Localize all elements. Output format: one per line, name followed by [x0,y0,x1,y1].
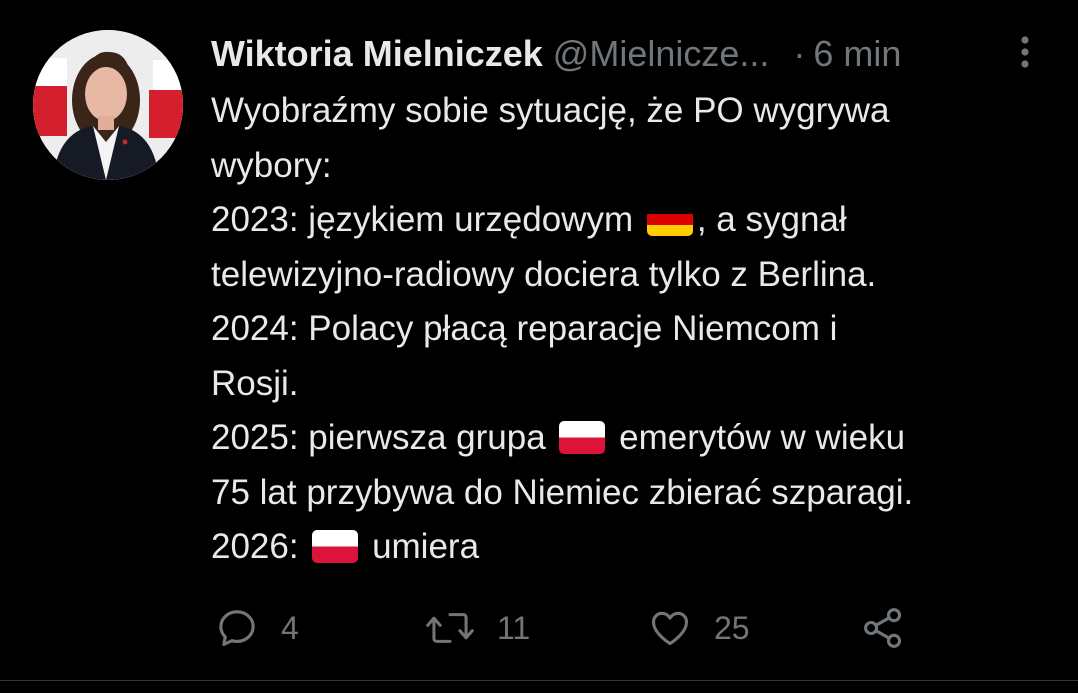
tweet-line: 2023: językiem urzędowym , a sygnał [211,193,1051,248]
like-button[interactable]: 25 [648,606,750,650]
tweet-line: 2025: pierwsza grupa emerytów w wieku [211,411,1051,466]
tweet-line: 2026: umiera [211,520,1051,575]
avatar[interactable] [33,30,183,180]
tweet-text-segment: umiera [372,527,480,566]
tweet-header: Wiktoria Mielniczek @Mielnicze... · 6 mi… [211,30,1011,78]
share-icon [864,608,902,648]
tweet-line: wybory: [211,139,1051,194]
separator-dot: · [793,33,806,74]
display-name[interactable]: Wiktoria Mielniczek [211,33,543,75]
heart-icon [651,611,689,646]
tweet-text-segment: 2026: [211,527,299,566]
retweet-icon [426,613,474,643]
tweet-text-segment: 2025: pierwsza grupa [211,418,546,457]
like-count: 25 [714,609,750,646]
tweet-line: 2024: Polacy płacą reparacje Niemcom i [211,302,1051,357]
tweet-text-segment: 2024: Polacy płacą reparacje Niemcom i [211,309,838,348]
tweet-text-segment: Rosji. [211,363,299,403]
avatar-image [33,30,183,180]
germany-flag-icon [646,203,693,236]
timestamp[interactable]: 6 min [813,33,901,75]
tweet-text-segment: , a sygnał [696,200,847,239]
tweet-line: Rosji. [211,357,1051,412]
share-button[interactable] [860,606,906,650]
tweet[interactable]: Wiktoria Mielniczek @Mielnicze... · 6 mi… [0,0,1078,693]
tweet-text-segment: telewizyjno-radiowy dociera tylko z Berl… [211,254,877,294]
divider [0,680,1078,681]
retweet-count: 11 [497,609,531,646]
tweet-text-segment: Wyobraźmy sobie sytuację, że PO wygrywa [211,91,890,130]
reply-button[interactable]: 4 [215,606,299,650]
tweet-text: Wyobraźmy sobie sytuację, że PO wygrywa … [211,84,1051,575]
tweet-actions: 4 11 25 [215,606,935,650]
tweet-line: telewizyjno-radiowy dociera tylko z Berl… [211,248,1051,303]
more-vertical-icon[interactable] [1011,32,1039,72]
poland-flag-icon [312,530,359,563]
tweet-text-segment: 2023: językiem urzędowym [211,200,634,239]
retweet-button[interactable]: 11 [425,606,530,650]
user-handle[interactable]: @Mielnicze... [553,33,770,75]
tweet-text-segment: wybory: [211,145,332,185]
tweet-line: Wyobraźmy sobie sytuację, że PO wygrywa [211,84,1051,139]
poland-flag-icon [559,421,606,454]
tweet-line: 75 lat przybywa do Niemiec zbierać szpar… [211,466,1051,521]
tweet-text-segment: 75 lat przybywa do Niemiec zbierać szpar… [211,472,914,512]
reply-icon [219,610,255,647]
tweet-text-segment: emerytów w wieku [619,418,906,457]
reply-count: 4 [281,609,299,646]
